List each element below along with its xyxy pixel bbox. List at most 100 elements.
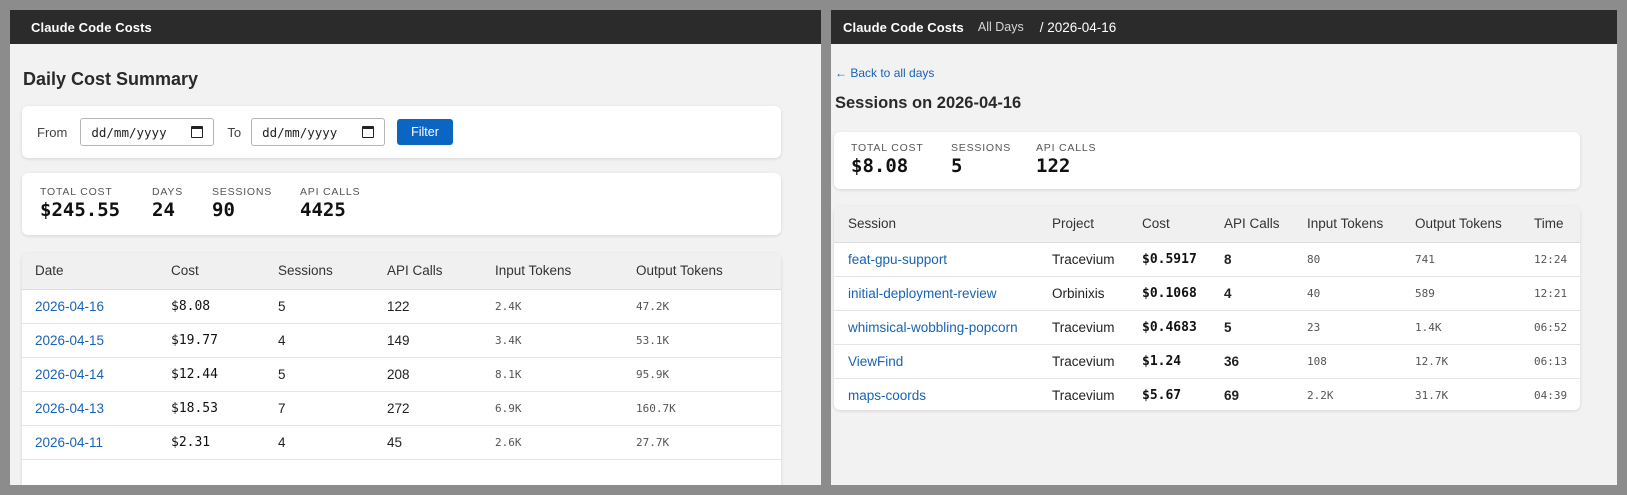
column-header-input-tokens[interactable]: Input Tokens: [482, 253, 623, 290]
stat-label: Total Cost: [40, 186, 113, 198]
session-link[interactable]: whimsical-wobbling-popcorn: [834, 310, 1038, 345]
app-brand-link[interactable]: Claude Code Costs: [843, 20, 964, 35]
output-tokens-cell: 31.7K: [1401, 378, 1520, 410]
date-link[interactable]: 2026-04-11: [22, 425, 158, 460]
filter-button[interactable]: Filter: [397, 119, 453, 145]
app-brand-link[interactable]: Claude Code Costs: [31, 20, 152, 35]
column-header-project[interactable]: Project: [1038, 206, 1128, 243]
top-nav-bar: Claude Code Costs All Days / 2026-04-16: [831, 10, 1617, 44]
column-header-output-tokens[interactable]: Output Tokens: [1401, 206, 1520, 243]
time-cell: 06:13: [1520, 344, 1580, 379]
input-tokens-cell: 6.9K: [482, 391, 623, 426]
output-tokens-cell: 160.7K: [623, 391, 781, 426]
column-header-cost[interactable]: Cost: [1128, 206, 1210, 243]
table-row: 2026-04-13 $18.53 7 272 6.9K 160.7K: [22, 391, 781, 426]
column-header-api-calls[interactable]: API Calls: [374, 253, 482, 290]
stat-value: 90: [212, 199, 235, 221]
project-cell: Orbinixis: [1038, 276, 1128, 311]
api-calls-cell: 272: [374, 391, 482, 426]
breadcrumb: / 2026-04-16: [1039, 19, 1117, 35]
from-date-input[interactable]: dd/mm/yyyy: [80, 118, 215, 146]
table-header-row: Session Project Cost API Calls Input Tok…: [834, 206, 1580, 243]
sessions-cell: 7: [265, 391, 374, 426]
stat-days: Days 24: [152, 186, 212, 235]
input-tokens-cell: 23: [1293, 310, 1401, 345]
stat-total-cost: Total Cost $245.55: [40, 186, 152, 235]
sessions-table: Session Project Cost API Calls Input Tok…: [834, 206, 1580, 410]
output-tokens-cell: 27.7K: [623, 425, 781, 460]
stat-label: API Calls: [1036, 142, 1097, 154]
table-row: 2026-04-15 $19.77 4 149 3.4K 53.1K: [22, 323, 781, 358]
page-title: Sessions on 2026-04-16: [835, 94, 1022, 112]
api-calls-cell: 4: [1210, 276, 1293, 311]
input-tokens-cell: 80: [1293, 242, 1401, 277]
all-days-nav-link[interactable]: All Days: [978, 20, 1024, 34]
input-tokens-cell: 2.4K: [482, 289, 623, 324]
from-label: From: [37, 124, 68, 140]
stat-value: $8.08: [851, 155, 909, 177]
output-tokens-cell: 47.2K: [623, 289, 781, 324]
page-title: Daily Cost Summary: [23, 69, 199, 89]
top-nav-bar: Claude Code Costs: [10, 10, 821, 44]
sessions-cell: 5: [265, 289, 374, 324]
table-row: 2026-04-14 $12.44 5 208 8.1K 95.9K: [22, 357, 781, 392]
cost-cell: $1.24: [1128, 344, 1210, 379]
stat-label: Total Cost: [851, 142, 924, 154]
project-cell: Tracevium: [1038, 242, 1128, 277]
session-link[interactable]: ViewFind: [834, 344, 1038, 379]
cost-cell: $0.5917: [1128, 242, 1210, 277]
column-header-time[interactable]: Time: [1520, 206, 1580, 243]
date-link[interactable]: 2026-04-15: [22, 323, 158, 358]
date-link[interactable]: 2026-04-13: [22, 391, 158, 426]
input-tokens-cell: 8.1K: [482, 357, 623, 392]
cost-cell: $0.1068: [1128, 276, 1210, 311]
table-row: ViewFind Tracevium $1.24 36 108 12.7K 06…: [834, 344, 1580, 379]
input-tokens-cell: 2.6K: [482, 425, 623, 460]
stat-label: Sessions: [951, 142, 1012, 154]
time-cell: 04:39: [1520, 378, 1580, 410]
to-label: To: [227, 124, 242, 140]
stat-value: 5: [951, 155, 963, 177]
column-header-api-calls[interactable]: API Calls: [1210, 206, 1293, 243]
session-link[interactable]: maps-coords: [834, 378, 1038, 410]
session-link[interactable]: initial-deployment-review: [834, 276, 1038, 311]
column-header-sessions[interactable]: Sessions: [265, 253, 374, 290]
time-cell: 12:21: [1520, 276, 1580, 311]
output-tokens-cell: 95.9K: [623, 357, 781, 392]
stat-label: Days: [152, 186, 184, 198]
table-row: feat-gpu-support Tracevium $0.5917 8 80 …: [834, 242, 1580, 277]
column-header-cost[interactable]: Cost: [158, 253, 265, 290]
date-link[interactable]: 2026-04-14: [22, 357, 158, 392]
output-tokens-cell: 589: [1401, 276, 1520, 311]
input-tokens-cell: 3.4K: [482, 323, 623, 358]
stat-total-cost: Total Cost $8.08: [851, 142, 951, 189]
api-calls-cell: 122: [374, 289, 482, 324]
to-date-input[interactable]: dd/mm/yyyy: [251, 118, 386, 146]
cost-cell: $12.44: [158, 357, 265, 392]
input-tokens-cell: 2.2K: [1293, 378, 1401, 410]
stat-value: $245.55: [40, 199, 121, 221]
summary-stats: Total Cost $8.08 Sessions 5 API Calls 12…: [834, 132, 1580, 189]
from-date-value: dd/mm/yyyy: [91, 124, 167, 140]
project-cell: Tracevium: [1038, 344, 1128, 379]
input-tokens-cell: 40: [1293, 276, 1401, 311]
cost-cell: $0.4683: [1128, 310, 1210, 345]
table-row: 2026-04-16 $8.08 5 122 2.4K 47.2K: [22, 289, 781, 324]
project-cell: Tracevium: [1038, 378, 1128, 410]
column-header-input-tokens[interactable]: Input Tokens: [1293, 206, 1401, 243]
stat-api-calls: API Calls 4425: [300, 186, 390, 235]
session-link[interactable]: feat-gpu-support: [834, 242, 1038, 277]
stat-value: 4425: [300, 199, 346, 221]
column-header-session[interactable]: Session: [834, 206, 1038, 243]
column-header-date[interactable]: Date: [22, 253, 158, 290]
api-calls-cell: 36: [1210, 344, 1293, 379]
date-link[interactable]: 2026-04-16: [22, 289, 158, 324]
time-cell: 12:24: [1520, 242, 1580, 277]
column-header-output-tokens[interactable]: Output Tokens: [623, 253, 781, 290]
stat-sessions: Sessions 5: [951, 142, 1036, 189]
sessions-cell: 5: [265, 357, 374, 392]
calendar-icon[interactable]: [191, 126, 204, 138]
back-to-all-days-link[interactable]: ← Back to all days: [835, 66, 934, 80]
stat-api-calls: API Calls 122: [1036, 142, 1126, 189]
calendar-icon[interactable]: [362, 126, 375, 138]
